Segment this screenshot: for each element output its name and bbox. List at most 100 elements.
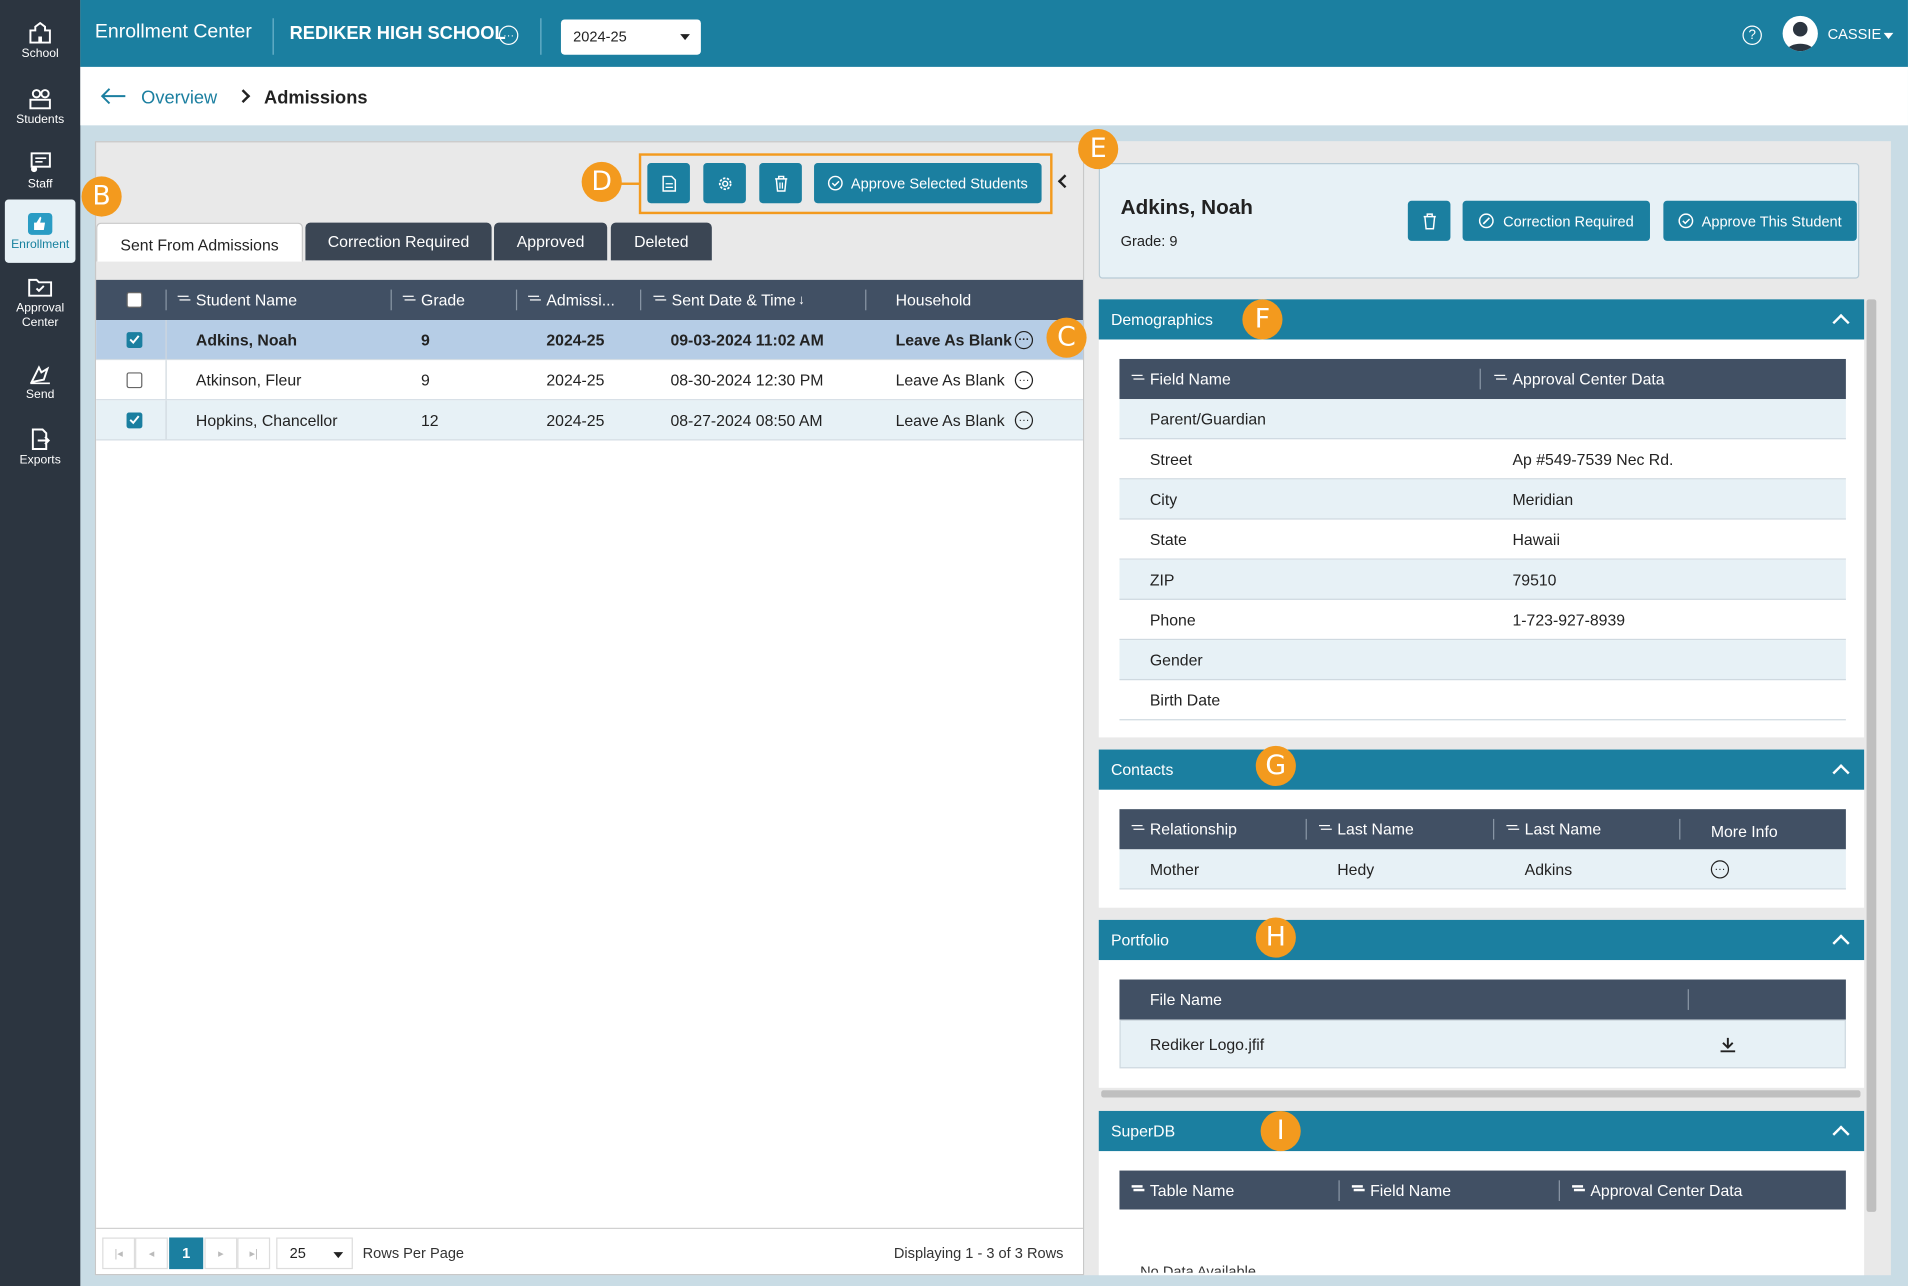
filter-icon[interactable] xyxy=(1319,824,1330,834)
help-icon[interactable]: ? xyxy=(1742,25,1762,46)
row-checkbox[interactable] xyxy=(126,411,143,428)
tab-deleted[interactable]: Deleted xyxy=(610,222,712,261)
column-last-name[interactable]: Last Name xyxy=(1319,809,1414,849)
app-title: Enrollment Center xyxy=(94,21,252,43)
user-name[interactable]: CASSIE xyxy=(1828,26,1882,43)
column-field-name[interactable]: Field Name xyxy=(1131,359,1231,399)
column-admission-year[interactable]: Admissi... xyxy=(528,280,615,320)
table-row[interactable]: Atkinson, Fleur 9 2024-25 08-30-2024 12:… xyxy=(96,360,1083,401)
prev-page-icon[interactable]: ◂ xyxy=(135,1237,168,1270)
sort-desc-icon: ↓ xyxy=(798,292,805,308)
portfolio-header[interactable]: Portfolio xyxy=(1098,919,1865,961)
divider xyxy=(272,18,274,55)
filter-icon[interactable] xyxy=(177,295,189,305)
column-approval-data[interactable]: Approval Center Data xyxy=(1572,1171,1742,1210)
filter-icon[interactable] xyxy=(528,295,540,305)
chevron-down-icon[interactable] xyxy=(1883,32,1894,39)
chevron-up-icon[interactable] xyxy=(1832,1125,1850,1143)
field-name: State xyxy=(1149,529,1187,549)
school-name: REDIKER HIGH SCHOOL xyxy=(289,23,506,44)
row-checkbox[interactable] xyxy=(126,371,143,388)
column-field-name[interactable]: Field Name xyxy=(1351,1171,1451,1210)
sidebar-item-students[interactable]: Students xyxy=(0,75,80,136)
field-name: Gender xyxy=(1149,650,1203,669)
column-label: Grade xyxy=(421,290,465,310)
sidebar-item-exports[interactable]: Exports xyxy=(0,416,80,477)
filter-icon[interactable] xyxy=(1131,374,1143,384)
filter-icon[interactable] xyxy=(1572,1185,1584,1195)
column-sent-date[interactable]: Sent Date & Time ↓ xyxy=(653,280,805,320)
tab-correction-required[interactable]: Correction Required xyxy=(305,222,492,261)
column-label: Field Name xyxy=(1149,369,1231,389)
superdb-section: SuperDB Table Name Field Name Approval C… xyxy=(1098,1110,1865,1276)
correction-required-button[interactable]: Correction Required xyxy=(1462,200,1650,241)
filter-icon[interactable] xyxy=(402,295,414,305)
last-page-icon[interactable]: ▸| xyxy=(237,1237,271,1270)
chevron-up-icon[interactable] xyxy=(1832,934,1850,952)
delete-student-button[interactable] xyxy=(1407,200,1451,241)
school-more-icon[interactable]: ··· xyxy=(498,25,519,46)
table-row: Gender xyxy=(1119,640,1846,681)
more-info-icon[interactable]: ··· xyxy=(1710,859,1730,878)
tab-approved[interactable]: Approved xyxy=(494,222,608,261)
column-label: Household xyxy=(895,290,972,310)
avatar[interactable] xyxy=(1782,15,1818,52)
column-label: Approval Center Data xyxy=(1590,1180,1743,1200)
demographics-header[interactable]: Demographics xyxy=(1098,299,1865,340)
approve-this-student-button[interactable]: Approve This Student xyxy=(1663,200,1857,241)
chevron-up-icon[interactable] xyxy=(1832,764,1850,782)
column-student-name[interactable]: Student Name xyxy=(177,280,297,320)
first-page-icon[interactable]: |◂ xyxy=(102,1237,136,1270)
sidebar-item-approval-center[interactable]: Approval Center xyxy=(0,270,80,336)
report-button[interactable] xyxy=(647,163,690,204)
tab-sent-from-admissions[interactable]: Sent From Admissions xyxy=(96,222,303,262)
admission-year: 2024-25 xyxy=(546,330,605,349)
column-grade[interactable]: Grade xyxy=(402,280,465,320)
approve-selected-label: Approve Selected Students xyxy=(850,174,1028,192)
column-label: Last Name xyxy=(1524,820,1602,839)
filter-icon[interactable] xyxy=(653,295,665,305)
grid-header: Table Name Field Name Approval Center Da… xyxy=(1119,1170,1846,1210)
breadcrumb-overview-link[interactable]: Overview xyxy=(141,88,217,109)
filter-icon[interactable] xyxy=(1494,374,1506,384)
superdb-header[interactable]: SuperDB xyxy=(1098,1110,1865,1152)
filter-icon[interactable] xyxy=(1131,1185,1143,1195)
column-last-name-2[interactable]: Last Name xyxy=(1506,809,1601,849)
column-table-name[interactable]: Table Name xyxy=(1131,1171,1234,1210)
vertical-scrollbar[interactable] xyxy=(1866,299,1877,1212)
chevron-up-icon[interactable] xyxy=(1832,313,1850,332)
download-icon[interactable] xyxy=(1719,1037,1736,1054)
field-name: Street xyxy=(1149,449,1193,468)
next-page-icon[interactable]: ▸ xyxy=(204,1237,238,1270)
household: Leave As Blank xyxy=(895,410,1005,429)
approve-selected-button[interactable]: Approve Selected Students xyxy=(814,163,1042,204)
more-options-icon[interactable]: ··· xyxy=(1014,330,1034,349)
contacts-header[interactable]: Contacts xyxy=(1098,749,1865,790)
column-label: Approval Center Data xyxy=(1512,369,1665,389)
column-household[interactable]: Household xyxy=(896,280,972,320)
sidebar-item-staff[interactable]: Staff xyxy=(0,140,80,201)
settings-button[interactable] xyxy=(703,163,746,204)
filter-icon[interactable] xyxy=(1351,1185,1363,1195)
more-options-icon[interactable]: ··· xyxy=(1014,370,1034,389)
more-options-icon[interactable]: ··· xyxy=(1014,410,1034,429)
sidebar-item-school[interactable]: School xyxy=(0,10,80,71)
table-row[interactable]: Hopkins, Chancellor 12 2024-25 08-27-202… xyxy=(96,400,1083,441)
rows-per-page-select[interactable]: 25 xyxy=(276,1237,353,1270)
select-all-checkbox[interactable] xyxy=(126,280,143,320)
back-arrow-icon[interactable] xyxy=(100,88,127,105)
correction-icon xyxy=(1479,213,1495,229)
table-row[interactable]: Adkins, Noah 9 2024-25 09-03-2024 11:02 … xyxy=(96,320,1083,361)
row-checkbox[interactable] xyxy=(126,331,143,348)
column-relationship[interactable]: Relationship xyxy=(1131,809,1237,849)
page-number[interactable]: 1 xyxy=(169,1237,204,1270)
filter-icon[interactable] xyxy=(1131,824,1143,834)
filter-icon[interactable] xyxy=(1506,824,1518,834)
delete-button[interactable] xyxy=(759,163,802,204)
sidebar-item-enrollment[interactable]: Enrollment xyxy=(4,199,76,263)
student-name: Adkins, Noah xyxy=(195,330,297,349)
column-approval-data[interactable]: Approval Center Data xyxy=(1494,359,1665,399)
horizontal-scrollbar[interactable] xyxy=(1101,1090,1861,1098)
year-select[interactable]: 2024-25 xyxy=(560,19,701,55)
sidebar-item-send[interactable]: Send xyxy=(0,350,80,411)
